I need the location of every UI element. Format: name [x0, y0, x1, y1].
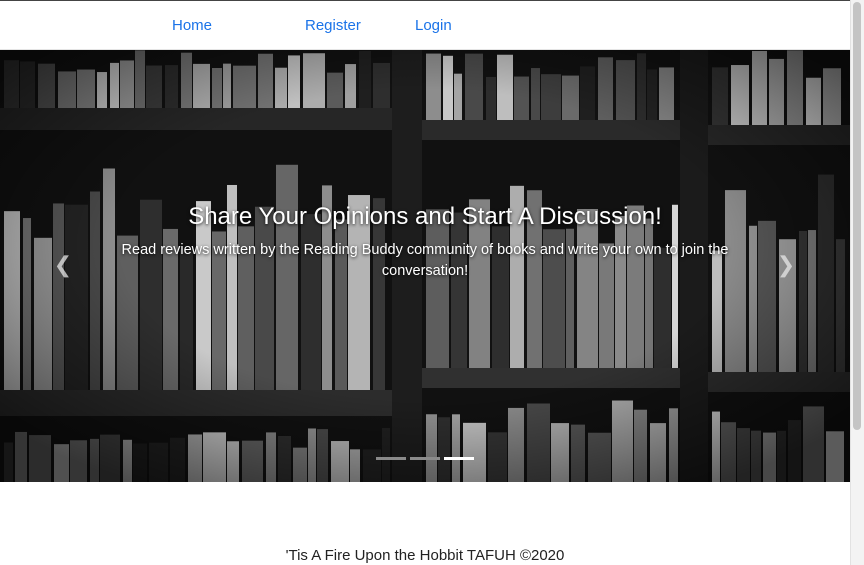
chevron-right-icon: ❯ — [776, 253, 796, 278]
page-footer: 'Tis A Fire Upon the Hobbit TAFUH ©2020 — [285, 547, 565, 564]
chevron-left-icon: ❮ — [53, 253, 73, 278]
carousel-indicator-2[interactable] — [410, 457, 440, 460]
nav-register-link[interactable]: Register — [305, 17, 361, 35]
carousel-caption-title: Share Your Opinions and Start A Discussi… — [188, 203, 662, 230]
carousel-indicator-3[interactable] — [444, 457, 474, 460]
carousel-caption-text: Read reviews written by the Reading Budd… — [121, 242, 729, 279]
nav-home-link[interactable]: Home — [172, 17, 212, 35]
top-navbar: Home Register Login — [0, 0, 850, 50]
hero-carousel: Share Your Opinions and Start A Discussi… — [0, 50, 850, 482]
carousel-indicators — [0, 455, 850, 461]
carousel-indicator-1[interactable] — [376, 457, 406, 460]
nav-login-link[interactable]: Login — [415, 17, 452, 35]
carousel-prev-control[interactable]: ❮ — [51, 254, 75, 278]
carousel-next-control[interactable]: ❯ — [774, 254, 798, 278]
scrollbar-thumb[interactable] — [853, 2, 861, 430]
